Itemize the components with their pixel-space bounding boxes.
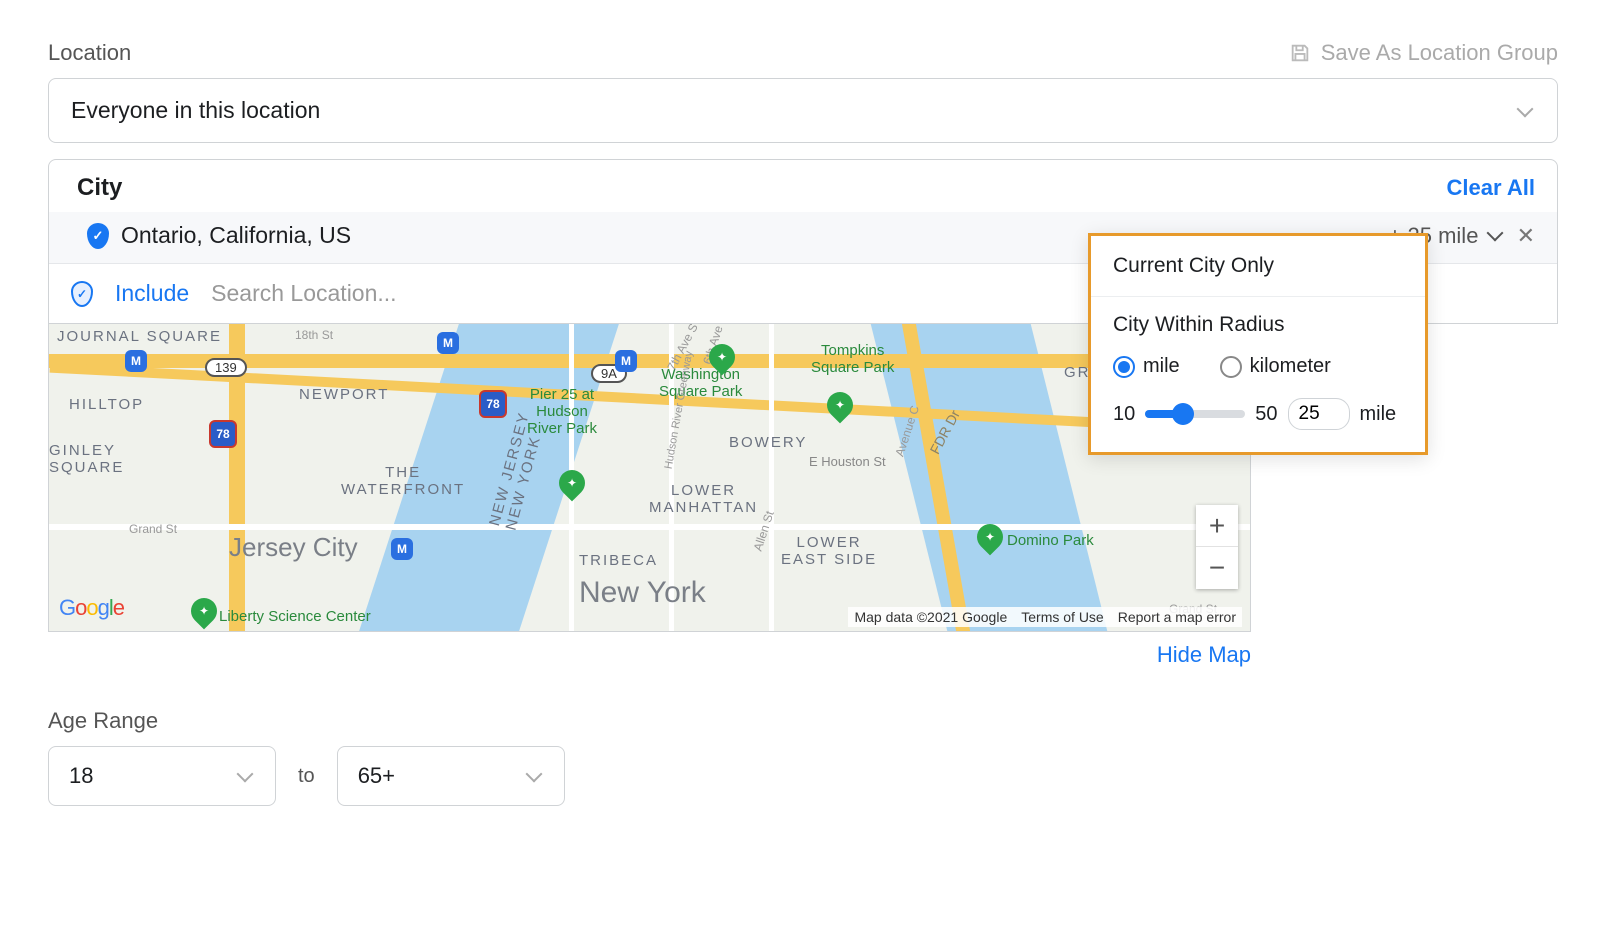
metro-icon: [437, 332, 459, 354]
map-label: TRIBECA: [579, 552, 658, 569]
interstate-shield-icon: 78: [479, 390, 507, 418]
map[interactable]: JOURNAL SQUARE HILLTOP GINLEY SQUARE NEW…: [48, 324, 1251, 632]
radio-unchecked-icon: [1220, 356, 1242, 378]
save-icon: [1289, 42, 1311, 64]
map-label: Grand St: [129, 522, 177, 536]
map-label: JOURNAL SQUARE: [57, 328, 222, 345]
map-label: Jersey City: [229, 532, 358, 563]
age-max-dropdown[interactable]: 65+: [337, 746, 565, 806]
include-toggle[interactable]: Include: [115, 280, 189, 307]
map-label: NEWPORT: [299, 386, 389, 403]
map-label: LOWER EAST SIDE: [781, 534, 877, 568]
map-label: LOWER MANHATTAN: [649, 482, 758, 516]
chevron-down-icon: [237, 766, 254, 783]
map-label: GINLEY SQUARE: [49, 442, 124, 476]
unit-km-label: kilometer: [1250, 355, 1331, 377]
age-min-dropdown[interactable]: 18: [48, 746, 276, 806]
map-attribution: Map data ©2021 Google Terms of Use Repor…: [848, 607, 1242, 627]
clear-all-link[interactable]: Clear All: [1447, 175, 1535, 201]
google-logo: Google: [59, 595, 124, 621]
location-scope-dropdown[interactable]: Everyone in this location: [48, 78, 1558, 143]
map-label: New York: [579, 576, 706, 610]
map-label: Liberty Science Center: [219, 608, 371, 625]
current-city-option[interactable]: Current City Only: [1091, 236, 1425, 297]
route-badge: 139: [205, 358, 247, 377]
save-location-group-label: Save As Location Group: [1321, 40, 1558, 66]
age-max-value: 65+: [358, 763, 395, 789]
city-panel-title: City: [77, 174, 122, 202]
unit-km-radio[interactable]: kilometer: [1220, 355, 1331, 378]
slider-thumb[interactable]: [1172, 403, 1194, 425]
chevron-down-icon: [1517, 100, 1534, 117]
radius-value-input[interactable]: [1288, 398, 1350, 430]
map-label: E Houston St: [809, 454, 886, 469]
report-error-link[interactable]: Report a map error: [1118, 609, 1236, 625]
chevron-down-icon: [525, 766, 542, 783]
radius-slider[interactable]: [1145, 410, 1245, 418]
location-label: Location: [48, 40, 131, 66]
chevron-down-icon: [1486, 224, 1503, 241]
zoom-out-button[interactable]: −: [1196, 547, 1238, 589]
unit-mile-radio[interactable]: mile: [1113, 355, 1180, 378]
metro-icon: [125, 350, 147, 372]
shield-check-outline-icon: [71, 281, 93, 307]
map-label: BOWERY: [729, 434, 807, 451]
radius-popover: Current City Only City Within Radius mil…: [1088, 233, 1428, 455]
save-location-group-button[interactable]: Save As Location Group: [1289, 40, 1558, 66]
slider-max-label: 50: [1255, 403, 1277, 426]
map-label: HILLTOP: [69, 396, 144, 413]
terms-link[interactable]: Terms of Use: [1021, 609, 1103, 625]
age-min-value: 18: [69, 763, 93, 789]
shield-check-icon: [87, 223, 109, 249]
map-label: Domino Park: [1007, 532, 1094, 549]
metro-icon: [615, 350, 637, 372]
map-label: THE WATERFRONT: [341, 464, 465, 498]
radius-unit-label: mile: [1360, 403, 1397, 426]
age-to-label: to: [298, 765, 315, 788]
slider-min-label: 10: [1113, 403, 1135, 426]
within-radius-label: City Within Radius: [1091, 297, 1425, 343]
zoom-controls: + −: [1196, 505, 1238, 589]
map-label: Tompkins Square Park: [811, 342, 894, 376]
interstate-shield-icon: 78: [209, 420, 237, 448]
selected-city-name: Ontario, California, US: [121, 222, 351, 249]
remove-city-button[interactable]: ✕: [1517, 223, 1535, 249]
map-label: 18th St: [295, 328, 333, 342]
map-data-label: Map data ©2021 Google: [854, 609, 1007, 625]
location-scope-value: Everyone in this location: [71, 97, 320, 124]
metro-icon: [391, 538, 413, 560]
unit-mile-label: mile: [1143, 355, 1180, 377]
radio-checked-icon: [1113, 356, 1135, 378]
zoom-in-button[interactable]: +: [1196, 505, 1238, 547]
hide-map-link[interactable]: Hide Map: [1157, 642, 1251, 667]
map-label: Washington Square Park: [659, 366, 742, 400]
map-label: GR: [1064, 364, 1091, 381]
age-range-label: Age Range: [48, 708, 1558, 734]
